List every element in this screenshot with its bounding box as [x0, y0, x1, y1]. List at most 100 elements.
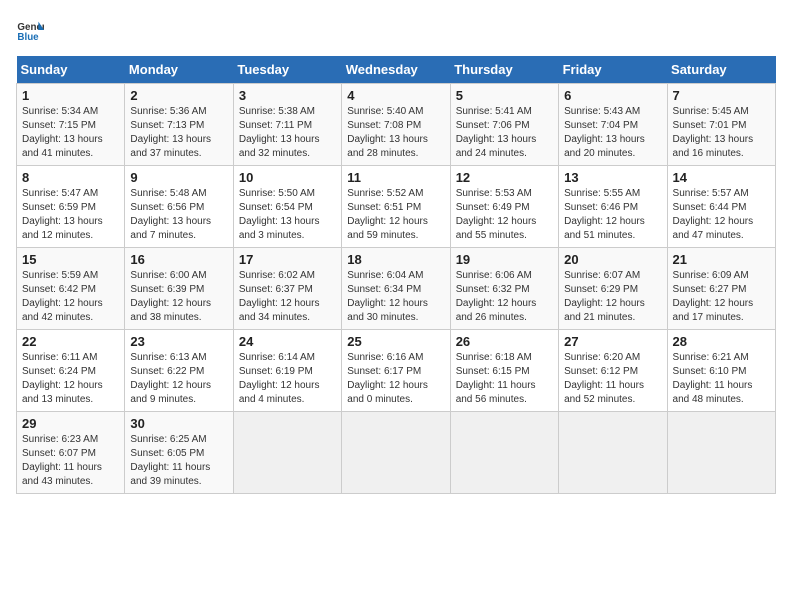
day-info: Sunrise: 5:53 AM Sunset: 6:49 PM Dayligh… — [456, 187, 553, 243]
day-info: Sunrise: 5:52 AM Sunset: 6:51 PM Dayligh… — [347, 187, 444, 243]
svg-text:Blue: Blue — [17, 32, 39, 43]
day-number: 8 — [22, 170, 119, 185]
calendar-day-cell: 14 Sunrise: 5:57 AM Sunset: 6:44 PM Dayli… — [667, 166, 775, 248]
calendar-header-row: SundayMondayTuesdayWednesdayThursdayFrid… — [17, 56, 776, 84]
calendar-day-cell: 19 Sunrise: 6:06 AM Sunset: 6:32 PM Dayli… — [450, 248, 558, 330]
calendar-day-cell: 29 Sunrise: 6:23 AM Sunset: 6:07 PM Dayli… — [17, 412, 125, 494]
day-info: Sunrise: 5:57 AM Sunset: 6:44 PM Dayligh… — [673, 187, 770, 243]
day-info: Sunrise: 6:13 AM Sunset: 6:22 PM Dayligh… — [130, 351, 227, 407]
day-of-week-header: Wednesday — [342, 56, 450, 84]
day-info: Sunrise: 6:11 AM Sunset: 6:24 PM Dayligh… — [22, 351, 119, 407]
calendar-day-cell — [667, 412, 775, 494]
calendar-day-cell: 28 Sunrise: 6:21 AM Sunset: 6:10 PM Dayli… — [667, 330, 775, 412]
day-info: Sunrise: 6:07 AM Sunset: 6:29 PM Dayligh… — [564, 269, 661, 325]
day-number: 1 — [22, 88, 119, 103]
calendar-day-cell: 3 Sunrise: 5:38 AM Sunset: 7:11 PM Daylig… — [233, 84, 341, 166]
day-of-week-header: Monday — [125, 56, 233, 84]
calendar-week-row: 22 Sunrise: 6:11 AM Sunset: 6:24 PM Dayli… — [17, 330, 776, 412]
day-info: Sunrise: 5:48 AM Sunset: 6:56 PM Dayligh… — [130, 187, 227, 243]
day-info: Sunrise: 6:06 AM Sunset: 6:32 PM Dayligh… — [456, 269, 553, 325]
calendar-day-cell: 26Sunrise: 6:18 AM Sunset: 6:15 PM Dayli… — [450, 330, 558, 412]
logo: General Blue — [16, 16, 48, 44]
calendar-day-cell: 12 Sunrise: 5:53 AM Sunset: 6:49 PM Dayli… — [450, 166, 558, 248]
calendar-week-row: 15 Sunrise: 5:59 AM Sunset: 6:42 PM Dayli… — [17, 248, 776, 330]
day-number: 10 — [239, 170, 336, 185]
calendar-day-cell: 22 Sunrise: 6:11 AM Sunset: 6:24 PM Dayli… — [17, 330, 125, 412]
day-of-week-header: Thursday — [450, 56, 558, 84]
day-info: Sunrise: 5:38 AM Sunset: 7:11 PM Dayligh… — [239, 105, 336, 161]
day-info: Sunrise: 6:21 AM Sunset: 6:10 PM Dayligh… — [673, 351, 770, 407]
day-number: 28 — [673, 334, 770, 349]
day-number: 13 — [564, 170, 661, 185]
calendar-day-cell: 21 Sunrise: 6:09 AM Sunset: 6:27 PM Dayli… — [667, 248, 775, 330]
day-number: 20 — [564, 252, 661, 267]
day-number: 14 — [673, 170, 770, 185]
calendar-day-cell: 11 Sunrise: 5:52 AM Sunset: 6:51 PM Dayli… — [342, 166, 450, 248]
day-number: 17 — [239, 252, 336, 267]
day-info: Sunrise: 5:41 AM Sunset: 7:06 PM Dayligh… — [456, 105, 553, 161]
day-number: 19 — [456, 252, 553, 267]
day-info: Sunrise: 6:09 AM Sunset: 6:27 PM Dayligh… — [673, 269, 770, 325]
calendar-day-cell: 1Sunrise: 5:34 AM Sunset: 7:15 PM Daylig… — [17, 84, 125, 166]
calendar-day-cell: 10 Sunrise: 5:50 AM Sunset: 6:54 PM Dayli… — [233, 166, 341, 248]
day-info: Sunrise: 5:36 AM Sunset: 7:13 PM Dayligh… — [130, 105, 227, 161]
day-number: 18 — [347, 252, 444, 267]
calendar-day-cell: 8Sunrise: 5:47 AM Sunset: 6:59 PM Daylig… — [17, 166, 125, 248]
calendar-week-row: 1Sunrise: 5:34 AM Sunset: 7:15 PM Daylig… — [17, 84, 776, 166]
day-info: Sunrise: 5:50 AM Sunset: 6:54 PM Dayligh… — [239, 187, 336, 243]
day-number: 7 — [673, 88, 770, 103]
day-info: Sunrise: 5:59 AM Sunset: 6:42 PM Dayligh… — [22, 269, 119, 325]
day-info: Sunrise: 5:40 AM Sunset: 7:08 PM Dayligh… — [347, 105, 444, 161]
day-number: 5 — [456, 88, 553, 103]
calendar-day-cell: 9 Sunrise: 5:48 AM Sunset: 6:56 PM Daylig… — [125, 166, 233, 248]
calendar-day-cell: 2 Sunrise: 5:36 AM Sunset: 7:13 PM Daylig… — [125, 84, 233, 166]
calendar-table: SundayMondayTuesdayWednesdayThursdayFrid… — [16, 56, 776, 494]
day-number: 2 — [130, 88, 227, 103]
calendar-body: 1Sunrise: 5:34 AM Sunset: 7:15 PM Daylig… — [17, 84, 776, 494]
calendar-day-cell: 24 Sunrise: 6:14 AM Sunset: 6:19 PM Dayli… — [233, 330, 341, 412]
calendar-day-cell — [450, 412, 558, 494]
day-number: 30 — [130, 416, 227, 431]
day-info: Sunrise: 6:14 AM Sunset: 6:19 PM Dayligh… — [239, 351, 336, 407]
calendar-day-cell — [233, 412, 341, 494]
day-number: 15 — [22, 252, 119, 267]
day-of-week-header: Saturday — [667, 56, 775, 84]
calendar-day-cell: 5 Sunrise: 5:41 AM Sunset: 7:06 PM Daylig… — [450, 84, 558, 166]
day-number: 11 — [347, 170, 444, 185]
calendar-week-row: 29 Sunrise: 6:23 AM Sunset: 6:07 PM Dayli… — [17, 412, 776, 494]
calendar-day-cell: 30Sunrise: 6:25 AM Sunset: 6:05 PM Dayli… — [125, 412, 233, 494]
day-number: 23 — [130, 334, 227, 349]
day-of-week-header: Friday — [559, 56, 667, 84]
day-info: Sunrise: 6:23 AM Sunset: 6:07 PM Dayligh… — [22, 433, 119, 489]
day-number: 21 — [673, 252, 770, 267]
day-info: Sunrise: 5:45 AM Sunset: 7:01 PM Dayligh… — [673, 105, 770, 161]
day-number: 3 — [239, 88, 336, 103]
calendar-day-cell: 17 Sunrise: 6:02 AM Sunset: 6:37 PM Dayli… — [233, 248, 341, 330]
calendar-day-cell — [342, 412, 450, 494]
day-number: 29 — [22, 416, 119, 431]
calendar-day-cell: 20 Sunrise: 6:07 AM Sunset: 6:29 PM Dayli… — [559, 248, 667, 330]
day-number: 24 — [239, 334, 336, 349]
day-number: 22 — [22, 334, 119, 349]
day-info: Sunrise: 6:20 AM Sunset: 6:12 PM Dayligh… — [564, 351, 661, 407]
day-info: Sunrise: 5:55 AM Sunset: 6:46 PM Dayligh… — [564, 187, 661, 243]
page-header: General Blue — [16, 16, 776, 44]
day-number: 25 — [347, 334, 444, 349]
logo-icon: General Blue — [16, 16, 44, 44]
day-info: Sunrise: 6:04 AM Sunset: 6:34 PM Dayligh… — [347, 269, 444, 325]
day-of-week-header: Tuesday — [233, 56, 341, 84]
day-number: 9 — [130, 170, 227, 185]
day-number: 26 — [456, 334, 553, 349]
calendar-day-cell: 18 Sunrise: 6:04 AM Sunset: 6:34 PM Dayli… — [342, 248, 450, 330]
day-of-week-header: Sunday — [17, 56, 125, 84]
calendar-week-row: 8Sunrise: 5:47 AM Sunset: 6:59 PM Daylig… — [17, 166, 776, 248]
day-number: 6 — [564, 88, 661, 103]
day-info: Sunrise: 6:16 AM Sunset: 6:17 PM Dayligh… — [347, 351, 444, 407]
calendar-day-cell: 16Sunrise: 6:00 AM Sunset: 6:39 PM Dayli… — [125, 248, 233, 330]
day-info: Sunrise: 6:02 AM Sunset: 6:37 PM Dayligh… — [239, 269, 336, 325]
day-number: 12 — [456, 170, 553, 185]
calendar-day-cell: 7 Sunrise: 5:45 AM Sunset: 7:01 PM Daylig… — [667, 84, 775, 166]
calendar-day-cell: 23 Sunrise: 6:13 AM Sunset: 6:22 PM Dayli… — [125, 330, 233, 412]
calendar-day-cell: 15 Sunrise: 5:59 AM Sunset: 6:42 PM Dayli… — [17, 248, 125, 330]
calendar-day-cell: 6Sunrise: 5:43 AM Sunset: 7:04 PM Daylig… — [559, 84, 667, 166]
